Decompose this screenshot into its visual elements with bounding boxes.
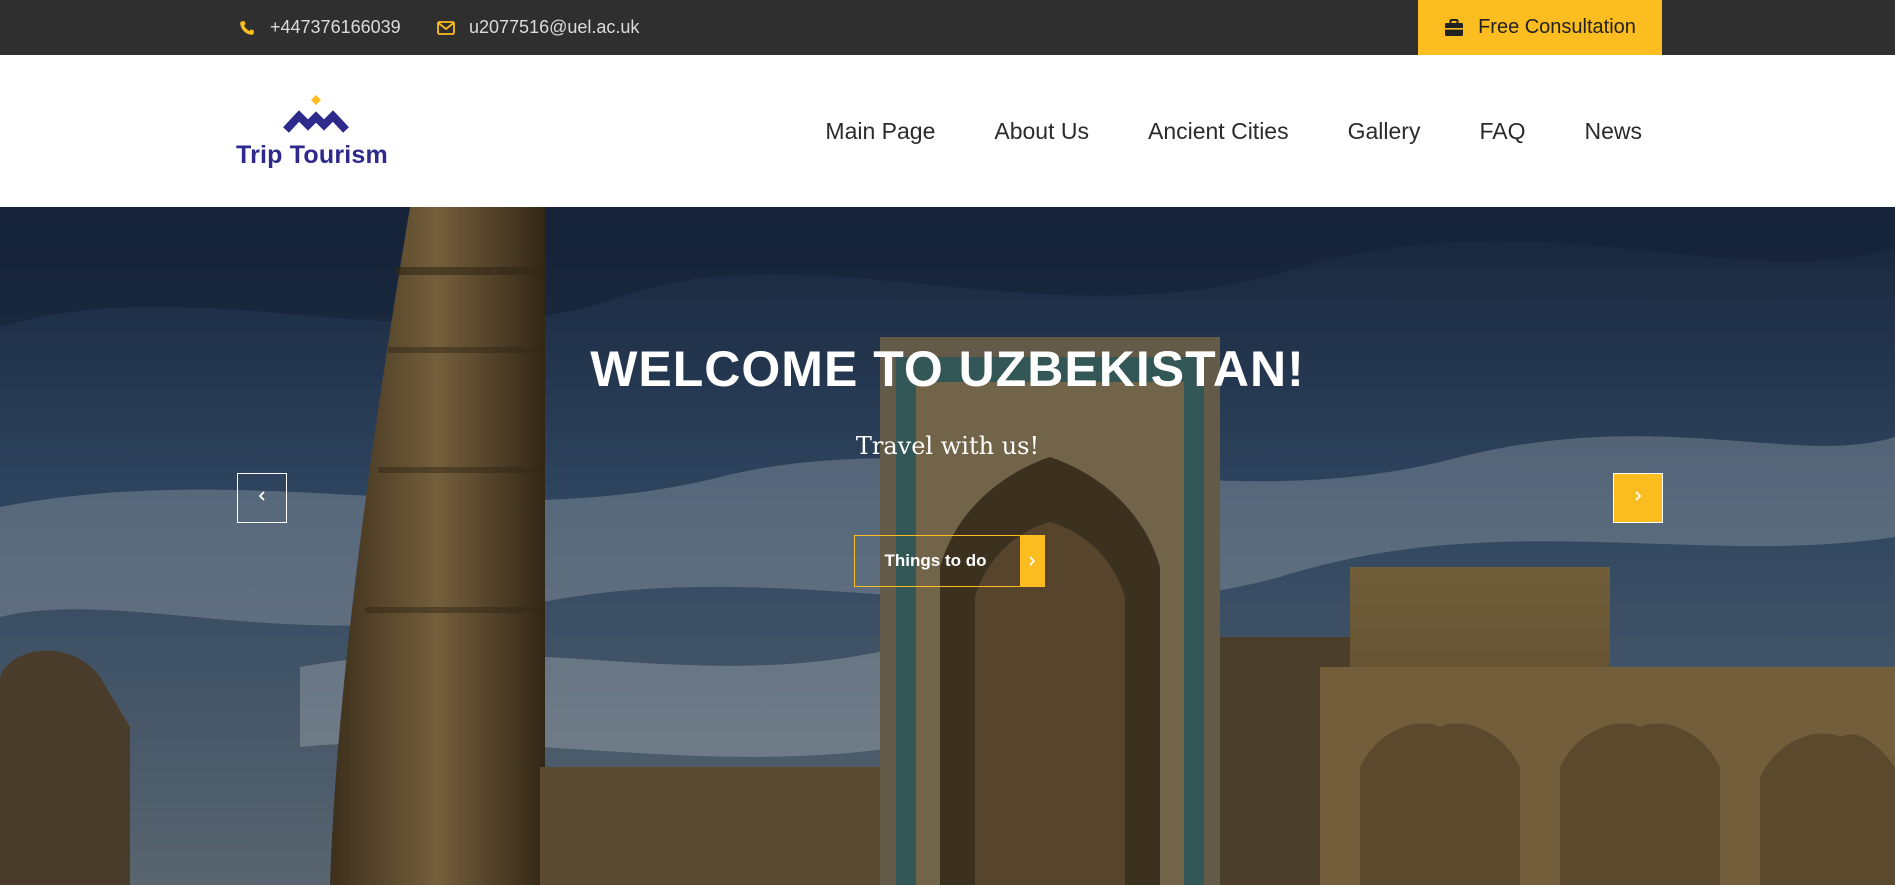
email-address: u2077516@uel.ac.uk xyxy=(469,17,640,37)
free-consultation-label: Free Consultation xyxy=(1478,16,1636,38)
chevron-right-icon xyxy=(1020,536,1044,586)
logo-mark-icon xyxy=(283,95,349,133)
main-nav: Main Page About Us Ancient Cities Galler… xyxy=(766,55,1642,207)
chevron-right-icon xyxy=(1633,489,1643,507)
hero-slider: WELCOME TO UZBEKISTAN! Travel with us! T… xyxy=(0,207,1895,885)
logo-text: Trip Tourism xyxy=(236,141,388,169)
nav-ancient-cities[interactable]: Ancient Cities xyxy=(1148,118,1289,145)
logo[interactable]: Trip Tourism xyxy=(236,95,396,175)
hero-subtitle: Travel with us! xyxy=(855,432,1040,460)
nav-main-page[interactable]: Main Page xyxy=(825,118,935,145)
nav-about-us[interactable]: About Us xyxy=(994,118,1089,145)
phone-number: +447376166039 xyxy=(270,17,401,37)
slider-prev-button[interactable] xyxy=(237,473,287,523)
briefcase-icon xyxy=(1444,18,1464,37)
site-header: Trip Tourism Main Page About Us Ancient … xyxy=(0,55,1895,207)
things-to-do-label: Things to do xyxy=(884,551,987,570)
hero-title: WELCOME TO UZBEKISTAN! xyxy=(590,341,1305,397)
free-consultation-button[interactable]: Free Consultation xyxy=(1418,0,1662,55)
nav-gallery[interactable]: Gallery xyxy=(1348,118,1421,145)
nav-news[interactable]: News xyxy=(1584,118,1642,145)
envelope-icon xyxy=(435,17,457,39)
nav-faq[interactable]: FAQ xyxy=(1479,118,1525,145)
phone-icon xyxy=(236,17,258,39)
things-to-do-button[interactable]: Things to do xyxy=(854,535,1045,587)
top-bar: +447376166039 u2077516@uel.ac.uk Free Co… xyxy=(0,0,1895,55)
chevron-left-icon xyxy=(257,489,267,507)
contact-phone[interactable]: +447376166039 xyxy=(236,0,401,55)
contact-email[interactable]: u2077516@uel.ac.uk xyxy=(435,0,639,55)
slider-next-button[interactable] xyxy=(1613,473,1663,523)
